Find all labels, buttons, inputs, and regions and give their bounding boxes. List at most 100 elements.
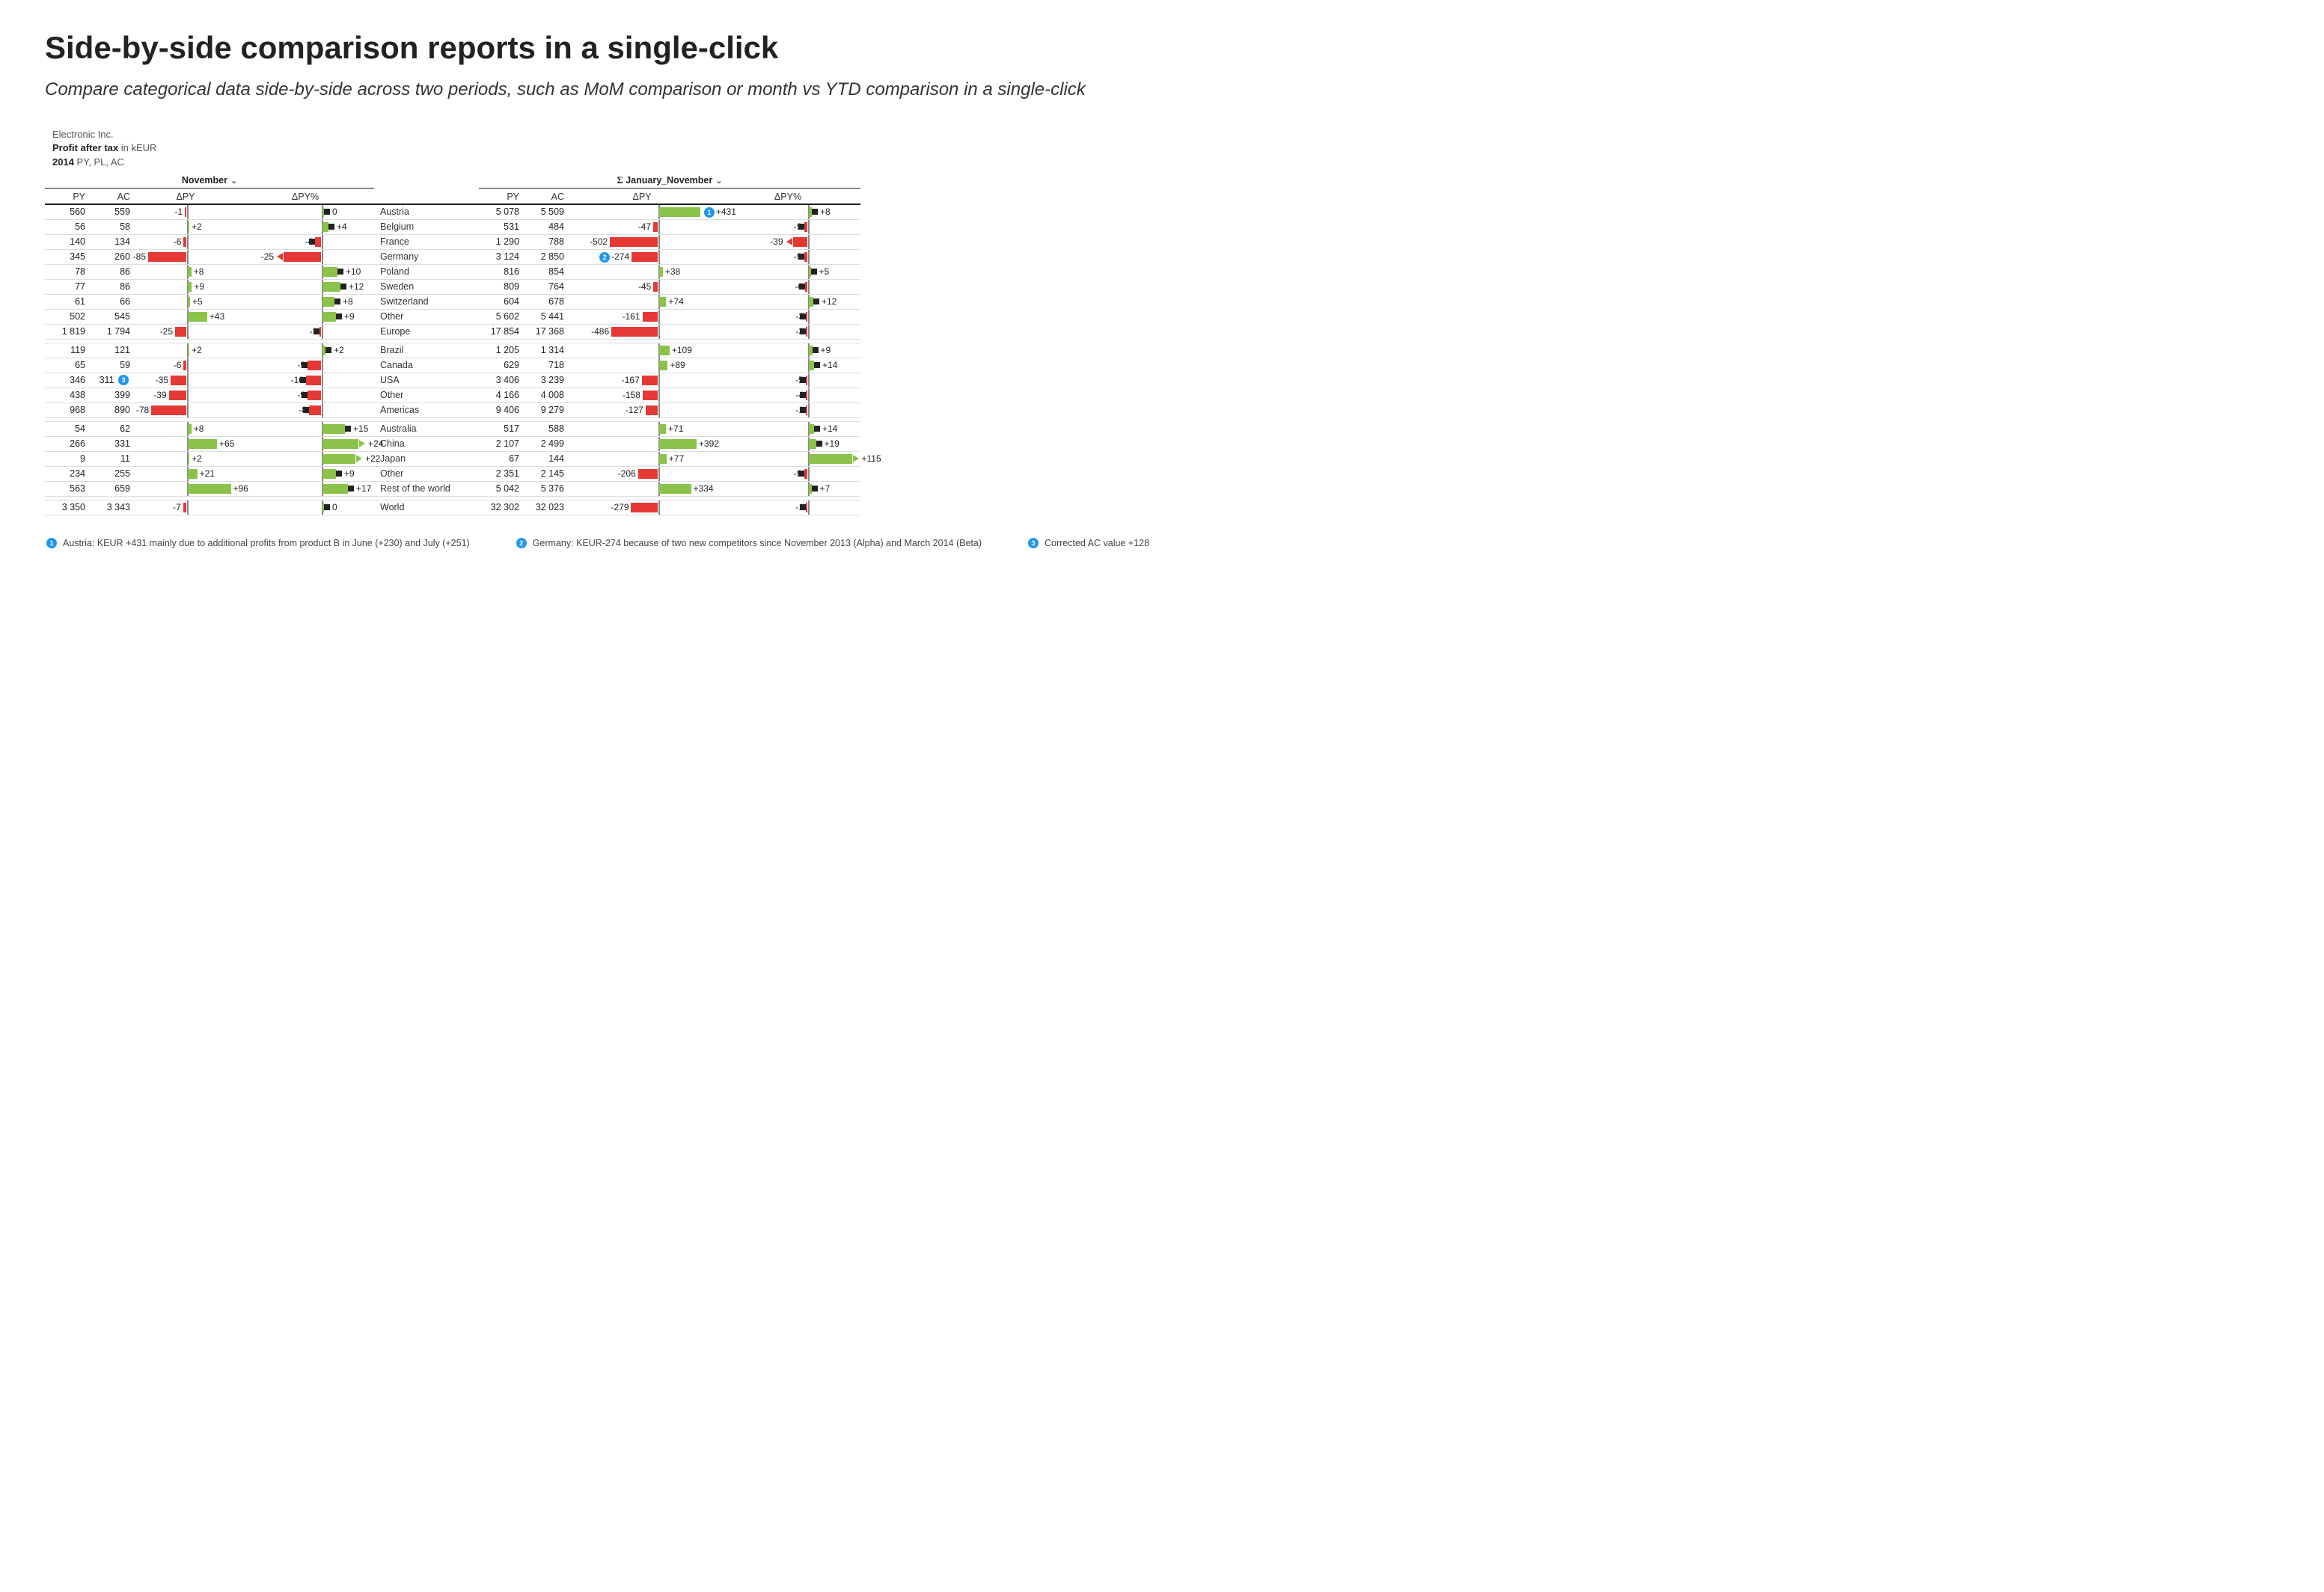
arrow-right-icon <box>356 455 362 462</box>
cell-ac: 764 <box>524 280 569 295</box>
variance-bar: +89 <box>569 358 718 373</box>
cell-py: 629 <box>479 358 524 373</box>
cell-py: 816 <box>479 265 524 280</box>
variance-pct-bar: -1 <box>718 403 860 418</box>
marker-icon <box>800 377 806 383</box>
variance-bar: +2 <box>135 452 239 467</box>
marker-icon <box>814 362 820 368</box>
variance-pct-bar: +9 <box>239 467 374 482</box>
variance-pct-bar: +2 <box>239 343 374 358</box>
variance-bar: -6 <box>135 235 239 250</box>
region-cell: Brazil <box>374 343 479 358</box>
region-cell: Switzerland <box>374 295 479 310</box>
period-selector-right[interactable]: Σ January_November⌄ <box>479 175 860 189</box>
variance-bar: -161 <box>569 310 718 325</box>
footnote-badge[interactable]: 2 <box>599 252 610 263</box>
footnote-badge[interactable]: 1 <box>704 207 715 218</box>
cell-py: 54 <box>45 422 90 437</box>
marker-icon <box>811 269 817 275</box>
variance-bar: -502 <box>569 235 718 250</box>
variance-bar: 2-274 <box>569 250 718 265</box>
page-subtitle: Compare categorical data side-by-side ac… <box>45 78 2279 101</box>
footnote: 1Austria: KEUR +431 mainly due to additi… <box>45 538 470 548</box>
variance-bar: -7 <box>135 500 239 515</box>
variance-pct-bar: -39 <box>718 235 860 250</box>
variance-bar: +8 <box>135 422 239 437</box>
col-header-ac-right: AC <box>524 190 569 205</box>
period-selector-left[interactable]: November⌄ <box>45 175 374 189</box>
marker-icon <box>300 377 306 383</box>
variance-pct-bar: -3 <box>718 325 860 340</box>
cell-ac: 718 <box>524 358 569 373</box>
variance-pct-bar: -5 <box>718 373 860 388</box>
marker-icon <box>812 486 818 492</box>
region-cell: Other <box>374 388 479 403</box>
variance-bar: -78 <box>135 403 239 418</box>
variance-bar: -279 <box>569 500 718 515</box>
variance-bar: +43 <box>135 310 239 325</box>
cell-py: 56 <box>45 220 90 235</box>
cell-py: 968 <box>45 403 90 418</box>
cell-py: 3 406 <box>479 373 524 388</box>
marker-icon <box>798 471 804 477</box>
region-cell: Germany <box>374 250 479 265</box>
footnote-badge[interactable]: 3 <box>118 375 129 385</box>
cell-ac: 66 <box>90 295 135 310</box>
region-cell: World <box>374 500 479 515</box>
marker-icon <box>816 441 822 447</box>
variance-pct-bar: +24 <box>239 437 374 452</box>
company-name: Electronic Inc. <box>52 128 2279 141</box>
region-cell: Austria <box>374 205 479 220</box>
region-cell: Australia <box>374 422 479 437</box>
variance-bar: +9 <box>135 280 239 295</box>
region-cell: Americas <box>374 403 479 418</box>
cell-ac: 144 <box>524 452 569 467</box>
footnotes: 1Austria: KEUR +431 mainly due to additi… <box>45 538 2279 548</box>
cell-py: 140 <box>45 235 90 250</box>
variance-pct-bar: -9 <box>718 467 860 482</box>
cell-py: 67 <box>479 452 524 467</box>
cell-py: 345 <box>45 250 90 265</box>
marker-icon <box>340 284 346 290</box>
cell-ac: 4 008 <box>524 388 569 403</box>
marker-icon <box>798 224 804 230</box>
arrow-left-icon <box>277 253 283 260</box>
variance-pct-bar: +14 <box>718 358 860 373</box>
variance-pct-bar: +12 <box>718 295 860 310</box>
cell-py: 1 290 <box>479 235 524 250</box>
variance-pct-bar: -10 <box>239 373 374 388</box>
variance-pct-bar: -8 <box>239 403 374 418</box>
marker-icon <box>814 426 820 432</box>
variance-pct-bar: +8 <box>718 205 860 220</box>
region-cell: Other <box>374 467 479 482</box>
cell-py: 77 <box>45 280 90 295</box>
cell-ac: 788 <box>524 235 569 250</box>
variance-bar: +74 <box>569 295 718 310</box>
cell-py: 2 351 <box>479 467 524 482</box>
region-cell: Other <box>374 310 479 325</box>
cell-py: 517 <box>479 422 524 437</box>
cell-py: 502 <box>45 310 90 325</box>
variance-bar: -206 <box>569 467 718 482</box>
variance-bar: -1 <box>135 205 239 220</box>
cell-ac: 2 145 <box>524 467 569 482</box>
marker-icon <box>813 347 819 353</box>
footnote-badge-icon: 1 <box>46 538 57 548</box>
cell-py: 5 042 <box>479 482 524 497</box>
cell-ac: 331 <box>90 437 135 452</box>
cell-py: 346 <box>45 373 90 388</box>
marker-icon <box>800 392 806 398</box>
marker-icon <box>302 392 308 398</box>
footnote: 3Corrected AC value +128 <box>1027 538 1149 548</box>
cell-py: 2 107 <box>479 437 524 452</box>
variance-bar: 1+431 <box>569 205 718 220</box>
region-cell: Japan <box>374 452 479 467</box>
cell-ac: 399 <box>90 388 135 403</box>
variance-bar: -39 <box>135 388 239 403</box>
cell-ac: 17 368 <box>524 325 569 340</box>
cell-ac: 260 <box>90 250 135 265</box>
cell-py: 1 205 <box>479 343 524 358</box>
col-header-dpypct-left: ΔPY% <box>239 190 374 205</box>
cell-py: 234 <box>45 467 90 482</box>
cell-ac: 659 <box>90 482 135 497</box>
